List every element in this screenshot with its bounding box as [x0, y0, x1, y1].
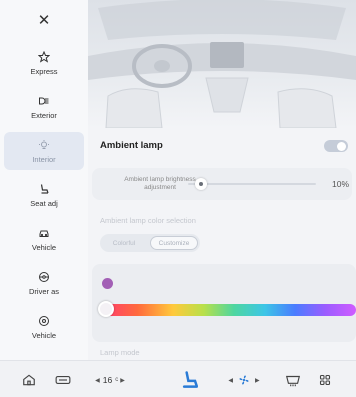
- seat-airflow-icon: [182, 371, 198, 388]
- sidebar-item-interior[interactable]: Interior: [4, 132, 84, 170]
- selected-color-swatch: [102, 278, 113, 289]
- sidebar-item-label: Interior: [32, 154, 56, 164]
- info-icon: [38, 315, 51, 328]
- star-icon: [38, 51, 51, 64]
- rear-defrost-icon: [285, 375, 301, 386]
- front-defrost-button[interactable]: [52, 369, 74, 391]
- sidebar-item-label: Vehicle: [31, 330, 57, 340]
- color-mode-colorful[interactable]: Colorful: [102, 236, 146, 250]
- color-mode-segmented-control: Colorful Customize: [100, 234, 200, 252]
- main-panel: Ambient lamp Ambient lamp brightness adj…: [88, 0, 356, 360]
- fan-speed-control[interactable]: ◀ ▶: [222, 369, 266, 391]
- headlight-icon: [38, 95, 51, 108]
- toggle-knob: [337, 141, 346, 151]
- brightness-slider-card: Ambient lamp brightness adjustment 10%: [92, 168, 352, 200]
- sidebar-item-vehicle-info[interactable]: Vehicle: [4, 308, 84, 346]
- app-root: ✕ Express Exterior Interior Seat adj Veh…: [0, 0, 356, 397]
- temperature-control[interactable]: ◀ 16 c ▶: [86, 369, 134, 391]
- steering-icon: [38, 271, 51, 284]
- temp-up-icon[interactable]: ▶: [120, 377, 125, 384]
- brightness-slider-thumb[interactable]: [194, 178, 207, 190]
- sidebar-item-exterior[interactable]: Exterior: [4, 88, 84, 126]
- sidebar-item-seat-adj[interactable]: Seat adj: [4, 176, 84, 214]
- fan-icon: [239, 375, 249, 385]
- brightness-value: 10%: [332, 179, 350, 189]
- close-icon: ✕: [37, 12, 51, 29]
- rear-defrost-button[interactable]: [282, 369, 304, 391]
- home-button[interactable]: [18, 369, 40, 391]
- car-interior-image: [88, 0, 356, 129]
- defrost-icon: [55, 376, 71, 384]
- fan-up-icon[interactable]: ▶: [255, 377, 260, 384]
- fan-down-icon[interactable]: ◀: [228, 377, 233, 384]
- lamp-icon: [38, 139, 51, 152]
- sidebar-item-vehicle[interactable]: Vehicle: [4, 220, 84, 258]
- sidebar: ✕ Express Exterior Interior Seat adj Veh…: [0, 0, 88, 360]
- lamp-mode-title: Lamp mode: [100, 348, 140, 357]
- sidebar-item-label: Express: [30, 66, 58, 76]
- hue-slider-thumb[interactable]: [98, 301, 114, 317]
- sidebar-item-express[interactable]: Express: [4, 44, 84, 82]
- brightness-slider-track[interactable]: [188, 183, 316, 185]
- temperature-value: 16: [102, 375, 113, 385]
- sidebar-item-label: Driver as: [28, 286, 59, 296]
- bottom-bar: ◀ 16 c ▶ ◀ ▶: [0, 360, 356, 397]
- sidebar-item-label: Exterior: [31, 110, 57, 120]
- color-mode-customize[interactable]: Customize: [150, 236, 198, 250]
- ambient-lamp-title: Ambient lamp: [100, 140, 163, 151]
- seat-airflow-button[interactable]: [176, 369, 204, 391]
- color-picker-card: [92, 264, 356, 342]
- temp-down-icon[interactable]: ◀: [95, 377, 100, 384]
- ambient-lamp-toggle[interactable]: [324, 140, 348, 152]
- sidebar-item-driver-as[interactable]: Driver as: [4, 264, 84, 302]
- apps-button[interactable]: [314, 369, 336, 391]
- apps-grid-icon: [319, 374, 331, 386]
- sidebar-item-label: Vehicle: [31, 242, 57, 252]
- close-button[interactable]: ✕: [32, 8, 56, 32]
- car-icon: [38, 227, 51, 240]
- seat-icon: [38, 183, 51, 196]
- sidebar-item-label: Seat adj: [30, 198, 58, 208]
- color-selection-title: Ambient lamp color selection: [100, 216, 196, 225]
- temp-unit: c: [115, 377, 119, 383]
- hue-slider[interactable]: [102, 304, 356, 316]
- home-icon: [23, 374, 35, 386]
